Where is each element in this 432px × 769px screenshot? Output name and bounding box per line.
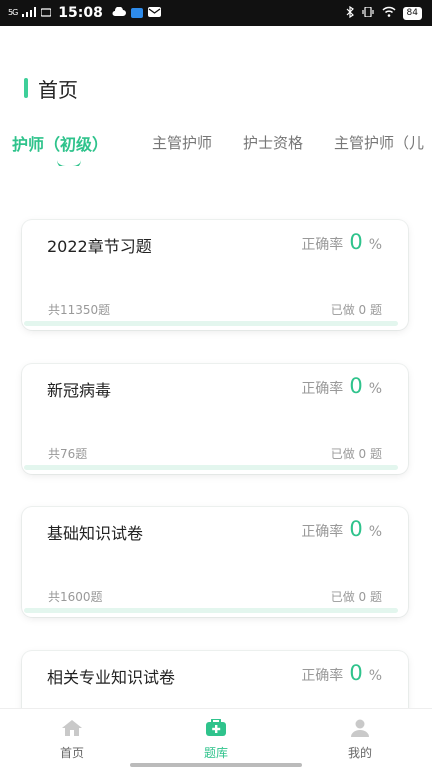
question-bank-card[interactable]: 新冠病毒 正确率 0 % 共76题 已做 0 题 [22,364,408,474]
status-bar: 5G 15:08 84 [0,0,432,26]
card-title: 新冠病毒 [47,381,112,400]
wifi-icon [382,6,396,20]
card-title: 2022章节习题 [47,237,152,256]
done-questions: 已做 0 题 [330,447,382,461]
nav-question-bank-label: 题库 [203,746,228,760]
accuracy-label: 正确率 [301,668,344,684]
bottom-nav: 首页 题库 我的 [0,708,432,769]
accuracy-value: 0 [349,230,363,254]
user-icon [320,719,400,740]
accuracy-value: 0 [349,374,363,398]
tab-charge-nurse-pediatric[interactable]: 主管护师（儿 [334,132,424,153]
total-questions: 共11350题 [48,303,111,317]
card-title: 基础知识试卷 [47,524,144,543]
vibrate-icon [361,5,375,20]
accuracy-unit: % [368,524,382,540]
accuracy-label: 正确率 [301,237,344,253]
question-bank-card[interactable]: 2022章节习题 正确率 0 % 共11350题 已做 0 题 [22,220,408,330]
category-tabs: 护师（初级） 主管护师 护士资格 主管护师（儿 [0,122,432,166]
nav-question-bank[interactable]: 题库 [176,718,256,761]
accuracy-label: 正确率 [301,524,344,540]
accuracy: 正确率 0 % [301,230,382,254]
progress-bar [24,608,398,613]
tab-charge-nurse[interactable]: 主管护师 [152,132,212,153]
done-questions: 已做 0 题 [330,303,382,317]
hd-icon [40,6,52,21]
status-time: 15:08 [58,5,103,21]
accuracy-unit: % [368,668,382,684]
progress-bar [24,321,398,326]
cloud-icon [112,5,126,21]
bluetooth-icon [346,5,354,21]
signal-icon [22,6,37,21]
home-icon [32,719,112,740]
tab-nurse-junior[interactable]: 护师（初级） [12,131,108,155]
nav-mine[interactable]: 我的 [320,719,400,761]
done-questions: 已做 0 题 [330,590,382,604]
nav-home[interactable]: 首页 [32,719,112,761]
accuracy-unit: % [368,237,382,253]
card-title: 相关专业知识试卷 [47,668,176,687]
nav-home-label: 首页 [59,746,84,760]
mail-icon [147,6,161,21]
page-title: 首页 [38,77,78,102]
accuracy: 正确率 0 % [301,374,382,398]
accuracy-value: 0 [349,517,363,541]
accuracy-unit: % [368,381,382,397]
total-questions: 共76题 [48,447,88,461]
total-questions: 共1600题 [48,590,103,604]
active-tab-indicator [57,160,81,166]
home-indicator[interactable] [130,763,302,767]
network-label: 5G [8,8,18,17]
accuracy: 正确率 0 % [301,661,382,685]
tab-nurse-qualification[interactable]: 护士资格 [243,132,303,153]
title-accent-bar [24,78,28,98]
status-left: 5G 15:08 [8,0,161,26]
nav-mine-label: 我的 [347,746,372,760]
status-right: 84 [346,0,422,26]
progress-bar [24,465,398,470]
medical-kit-icon [176,718,256,740]
app-notification-icon [130,8,143,18]
page-header: 首页 [24,76,78,102]
accuracy-value: 0 [349,661,363,685]
question-bank-card[interactable]: 基础知识试卷 正确率 0 % 共1600题 已做 0 题 [22,507,408,617]
battery-indicator: 84 [402,6,422,20]
accuracy-label: 正确率 [301,381,344,397]
accuracy: 正确率 0 % [301,517,382,541]
